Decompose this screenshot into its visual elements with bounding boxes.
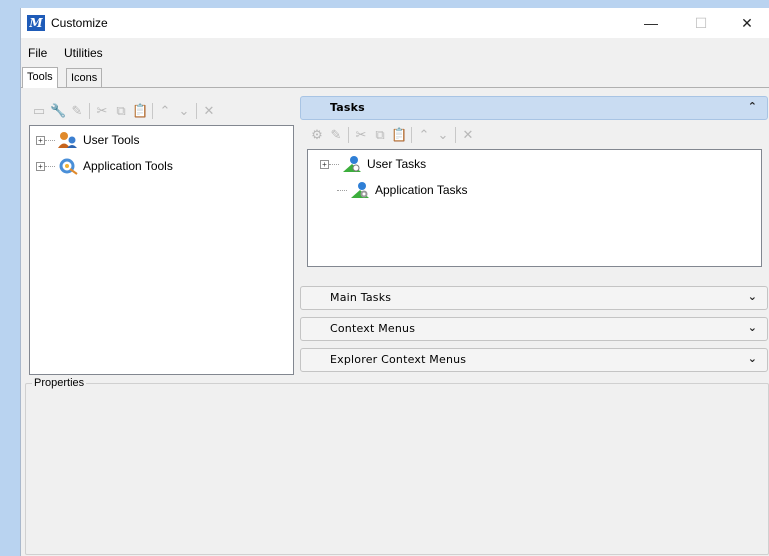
app-logo-icon: M [27, 15, 45, 31]
explorer-context-menus-label: Explorer Context Menus [330, 353, 467, 366]
toolbar-separator [152, 103, 153, 119]
explorer-context-menus-header[interactable]: Explorer Context Menus ⌄ [300, 348, 768, 372]
tab-divider [21, 87, 769, 88]
tab-tools[interactable]: Tools [22, 67, 58, 88]
new-tool-icon[interactable]: ▭ [31, 103, 47, 119]
tasks-tree[interactable]: + User Tasks Application Tasks [307, 149, 762, 267]
delete-icon[interactable]: ✕ [201, 103, 217, 119]
rename-icon[interactable]: ✎ [328, 127, 344, 143]
main-tasks-header[interactable]: Main Tasks ⌄ [300, 286, 768, 310]
toolbar-separator [196, 103, 197, 119]
close-button[interactable]: ✕ [724, 8, 769, 38]
toolbar-separator [348, 127, 349, 143]
chevron-down-icon: ⌄ [747, 353, 757, 365]
chevron-up-icon: ⌃ [747, 101, 757, 113]
menu-bar: File Utilities [21, 46, 769, 64]
expand-icon[interactable]: + [36, 161, 45, 171]
window-title: Customize [51, 16, 108, 30]
paste-icon[interactable]: 📋 [132, 103, 148, 119]
title-bar[interactable]: M Customize — ☐ ✕ [21, 8, 769, 38]
tree-item-label: Application Tools [83, 159, 173, 173]
copy-icon[interactable]: ⧉ [372, 127, 388, 143]
tree-connector [329, 163, 339, 165]
copy-icon[interactable]: ⧉ [113, 103, 129, 119]
expand-icon[interactable]: + [36, 135, 45, 145]
rename-icon[interactable]: ✎ [69, 103, 85, 119]
cut-icon[interactable]: ✂ [94, 103, 110, 119]
toolbar-separator [89, 103, 90, 119]
move-up-icon[interactable]: ⌃ [416, 127, 432, 143]
tree-connector [45, 139, 55, 141]
menu-utilities[interactable]: Utilities [64, 46, 103, 60]
properties-label: Properties [32, 377, 87, 389]
move-down-icon[interactable]: ⌄ [435, 127, 451, 143]
tab-icons[interactable]: Icons [66, 68, 103, 87]
tasks-header-label: Tasks [330, 101, 365, 114]
paste-icon[interactable]: 📋 [391, 127, 407, 143]
application-tools-icon [59, 158, 78, 175]
context-menus-label: Context Menus [330, 322, 416, 335]
chevron-down-icon: ⌄ [747, 322, 757, 334]
minimize-button[interactable]: — [628, 8, 674, 38]
tree-item-user-tools[interactable]: + User Tools [36, 130, 139, 150]
tree-item-user-tasks[interactable]: + User Tasks [320, 154, 426, 174]
tree-item-application-tasks[interactable]: Application Tasks [337, 180, 468, 200]
toolbar-separator [411, 127, 412, 143]
tools-toolbar: ▭ 🔧 ✎ ✂ ⧉ 📋 ⌃ ⌄ ✕ [31, 100, 220, 122]
user-tasks-icon [343, 156, 361, 172]
tree-item-label: User Tools [83, 133, 140, 147]
wrench-icon[interactable]: 🔧 [50, 103, 66, 119]
tree-item-application-tools[interactable]: + Application Tools [36, 156, 173, 176]
customize-window: M Customize — ☐ ✕ File Utilities Tools I… [20, 8, 769, 556]
main-tasks-label: Main Tasks [330, 291, 392, 304]
move-up-icon[interactable]: ⌃ [157, 103, 173, 119]
expand-icon[interactable]: + [320, 159, 329, 169]
context-menus-header[interactable]: Context Menus ⌄ [300, 317, 768, 341]
tree-item-label: Application Tasks [375, 183, 468, 197]
tasks-toolbar: ⚙ ✎ ✂ ⧉ 📋 ⌃ ⌄ ✕ [309, 124, 479, 146]
tasks-header[interactable]: Tasks ⌃ [300, 96, 768, 120]
tree-item-label: User Tasks [367, 157, 427, 171]
tools-tree[interactable]: + User Tools + Application Tools [29, 125, 294, 375]
cut-icon[interactable]: ✂ [353, 127, 369, 143]
properties-group: Properties [25, 377, 769, 555]
tab-strip: Tools Icons [21, 67, 769, 88]
menu-file[interactable]: File [28, 46, 47, 60]
user-tools-icon [58, 132, 77, 148]
tasks-section: ⚙ ✎ ✂ ⧉ 📋 ⌃ ⌄ ✕ + User Tasks Application… [307, 122, 763, 276]
maximize-button[interactable]: ☐ [678, 8, 724, 38]
move-down-icon[interactable]: ⌄ [176, 103, 192, 119]
tree-connector [45, 165, 55, 167]
delete-icon[interactable]: ✕ [460, 127, 476, 143]
toolbar-separator [455, 127, 456, 143]
new-task-icon[interactable]: ⚙ [309, 127, 325, 143]
chevron-down-icon: ⌄ [747, 291, 757, 303]
application-tasks-icon [351, 182, 369, 198]
tree-connector [337, 189, 347, 191]
